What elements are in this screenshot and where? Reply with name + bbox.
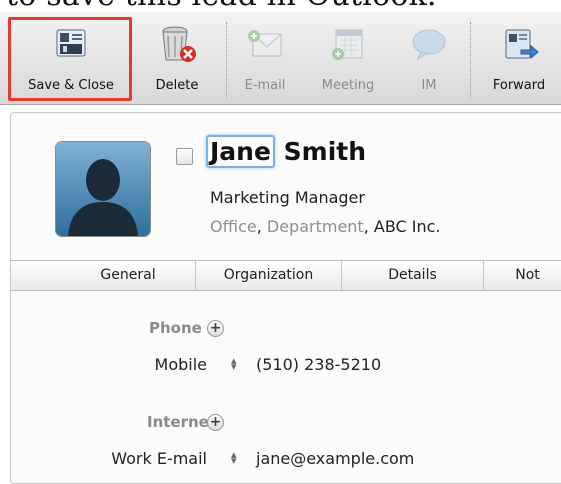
im-button[interactable]: IM — [398, 18, 460, 100]
tab-bar: General Organization Details Not — [11, 260, 561, 291]
email-label: E-mail — [244, 78, 286, 93]
tab-notes[interactable]: Not — [483, 261, 561, 290]
add-phone-plus-icon[interactable]: + — [207, 320, 224, 337]
work-email-value[interactable]: jane@example.com — [256, 449, 414, 468]
internet-section-label: Internet — [147, 413, 217, 431]
phone-section-label: Phone — [149, 319, 202, 337]
email-type-label[interactable]: Work E-mail — [111, 449, 207, 468]
flag-checkbox[interactable] — [176, 148, 193, 165]
mobile-phone-value[interactable]: (510) 238-5210 — [256, 355, 381, 374]
phone-type-stepper-icon[interactable]: ▴ ▾ — [231, 355, 237, 372]
organization-line: Office, Department, ABC Inc. — [210, 217, 441, 236]
toolbar-separator — [470, 22, 471, 98]
save-close-highlight — [8, 17, 132, 101]
meeting-button[interactable]: Meeting — [310, 18, 386, 100]
contact-avatar[interactable] — [56, 142, 150, 236]
email-button[interactable]: E-mail — [232, 18, 298, 100]
email-icon — [248, 30, 282, 57]
job-title-field[interactable]: Marketing Manager — [210, 188, 365, 207]
phone-type-label[interactable]: Mobile — [155, 355, 207, 374]
office-field[interactable]: Office — [210, 217, 257, 236]
chat-bubble-icon — [412, 29, 446, 61]
contact-window: Jane Smith Marketing Manager Office, Dep… — [10, 112, 561, 484]
email-type-stepper-icon[interactable]: ▴ ▾ — [231, 449, 237, 466]
toolbar-separator — [226, 22, 227, 98]
forward-button[interactable]: Forward — [480, 18, 558, 100]
im-label: IM — [421, 78, 437, 93]
delete-trash-icon — [162, 26, 196, 62]
department-field[interactable]: Department — [267, 217, 364, 236]
contact-name: Jane Smith — [206, 135, 366, 168]
delete-button[interactable]: Delete — [142, 18, 212, 100]
meeting-label: Meeting — [321, 78, 375, 93]
meeting-calendar-icon — [332, 29, 363, 60]
forward-label: Forward — [492, 78, 546, 93]
forward-icon — [505, 29, 539, 60]
tab-general[interactable]: General — [61, 261, 195, 290]
company-field[interactable]: ABC Inc. — [374, 217, 441, 236]
delete-label: Delete — [155, 78, 199, 93]
tab-organization[interactable]: Organization — [195, 261, 341, 290]
first-name-field[interactable]: Jane — [206, 135, 275, 168]
last-name-field[interactable]: Smith — [284, 137, 366, 166]
person-silhouette-icon — [56, 142, 150, 236]
add-internet-plus-icon[interactable]: + — [207, 414, 224, 431]
tab-details[interactable]: Details — [341, 261, 483, 290]
toolbar: Save & Close Delete E-mail Meeting IM Fo… — [0, 12, 561, 105]
